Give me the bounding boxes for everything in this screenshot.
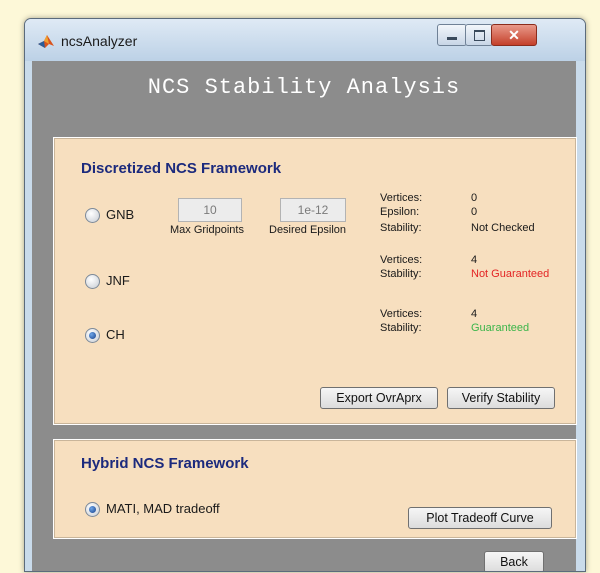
max-gridpoints-input[interactable] bbox=[178, 198, 242, 222]
export-ovraprx-button[interactable]: Export OvrAprx bbox=[320, 387, 438, 409]
close-button[interactable]: ✕ bbox=[491, 24, 537, 46]
jnf-vertices-value: 4 bbox=[471, 254, 478, 266]
jnf-vertices-label: Vertices: bbox=[380, 254, 423, 266]
gnb-stability-value: Not Checked bbox=[471, 222, 535, 234]
close-icon: ✕ bbox=[508, 27, 520, 43]
discretized-panel: Discretized NCS Framework GNB Max Gridpo… bbox=[53, 137, 577, 425]
maximize-icon bbox=[474, 30, 485, 41]
ch-radio-label[interactable]: CH bbox=[106, 327, 125, 342]
minimize-button[interactable] bbox=[437, 24, 467, 46]
gnb-epsilon-label: Epsilon: bbox=[380, 206, 420, 218]
ch-stability-value: Guaranteed bbox=[471, 322, 530, 334]
gnb-radio[interactable] bbox=[85, 208, 100, 223]
desired-epsilon-caption: Desired Epsilon bbox=[269, 224, 347, 236]
ch-vertices-label: Vertices: bbox=[380, 308, 423, 320]
page-title: NCS Stability Analysis bbox=[147, 75, 461, 100]
jnf-radio[interactable] bbox=[85, 274, 100, 289]
verify-stability-button[interactable]: Verify Stability bbox=[447, 387, 555, 409]
max-gridpoints-caption: Max Gridpoints bbox=[170, 224, 244, 236]
minimize-icon bbox=[447, 37, 457, 40]
desired-epsilon-input[interactable] bbox=[280, 198, 346, 222]
jnf-radio-label[interactable]: JNF bbox=[106, 273, 130, 288]
jnf-stability-label: Stability: bbox=[380, 268, 422, 280]
back-button[interactable]: Back bbox=[484, 551, 544, 571]
hybrid-panel-title: Hybrid NCS Framework bbox=[81, 455, 249, 472]
gnb-epsilon-value: 0 bbox=[471, 206, 478, 218]
app-window: ncsAnalyzer ✕ NCS Stability Analysis Dis… bbox=[24, 18, 586, 572]
ch-stability-label: Stability: bbox=[380, 322, 422, 334]
gnb-vertices-value: 0 bbox=[471, 192, 478, 204]
hybrid-panel: Hybrid NCS Framework MATI, MAD tradeoff … bbox=[53, 439, 577, 539]
client-area: NCS Stability Analysis Discretized NCS F… bbox=[32, 61, 577, 571]
window-title: ncsAnalyzer bbox=[61, 33, 138, 49]
discretized-panel-title: Discretized NCS Framework bbox=[81, 160, 282, 177]
jnf-stability-value: Not Guaranteed bbox=[471, 268, 550, 280]
mati-mad-tradeoff-radio[interactable] bbox=[85, 502, 100, 517]
mati-mad-tradeoff-label[interactable]: MATI, MAD tradeoff bbox=[106, 501, 220, 516]
ch-radio[interactable] bbox=[85, 328, 100, 343]
maximize-button[interactable] bbox=[465, 24, 493, 46]
gnb-radio-label[interactable]: GNB bbox=[106, 207, 134, 222]
ch-vertices-value: 4 bbox=[471, 308, 478, 320]
matlab-logo-icon bbox=[38, 35, 54, 48]
gnb-vertices-label: Vertices: bbox=[380, 192, 423, 204]
plot-tradeoff-curve-button[interactable]: Plot Tradeoff Curve bbox=[408, 507, 552, 529]
title-bar[interactable]: ncsAnalyzer ✕ bbox=[25, 19, 585, 61]
gnb-stability-label: Stability: bbox=[380, 222, 422, 234]
